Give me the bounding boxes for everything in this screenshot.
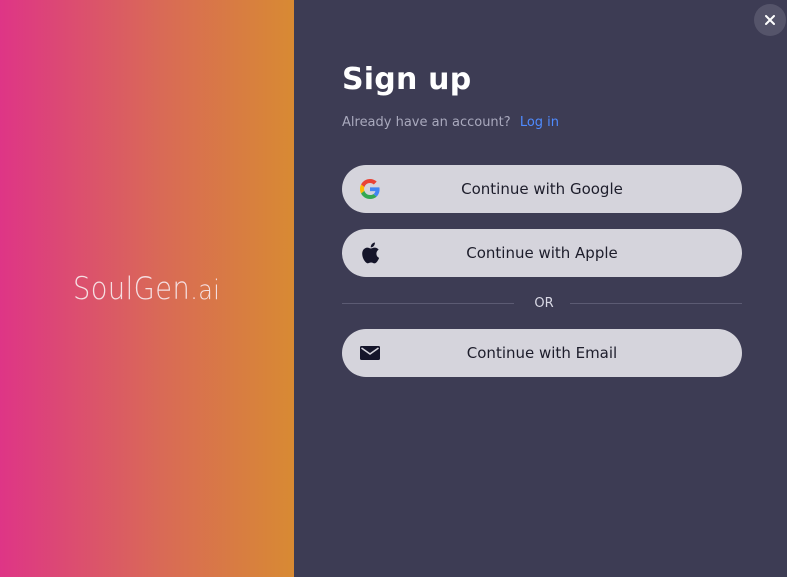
logo-text: SoulGen	[73, 271, 191, 307]
brand-panel: SoulGen.ai	[0, 0, 294, 577]
close-button[interactable]	[754, 4, 786, 36]
continue-with-google-button[interactable]: Continue with Google	[342, 165, 742, 213]
email-button-label: Continue with Email	[466, 344, 618, 362]
signup-modal: SoulGen.ai Sign up Already have an accou…	[0, 0, 787, 577]
logo: SoulGen.ai	[73, 271, 220, 307]
account-prompt-line: Already have an account? Log in	[342, 115, 559, 130]
divider-text: OR	[534, 295, 554, 311]
page-title: Sign up	[342, 62, 472, 97]
divider-line-left	[342, 302, 515, 304]
divider-line-right	[569, 302, 743, 304]
google-icon	[360, 179, 380, 199]
logo-suffix: .ai	[190, 275, 221, 306]
login-link[interactable]: Log in	[520, 115, 559, 130]
form-panel: Sign up Already have an account? Log in …	[294, 0, 787, 577]
envelope-icon	[360, 343, 380, 363]
close-icon	[765, 15, 775, 25]
continue-with-email-button[interactable]: Continue with Email	[342, 329, 742, 377]
or-divider: OR	[342, 293, 743, 313]
account-prompt: Already have an account?	[342, 115, 511, 130]
google-button-label: Continue with Google	[461, 180, 623, 198]
apple-button-label: Continue with Apple	[466, 244, 618, 262]
continue-with-apple-button[interactable]: Continue with Apple	[342, 229, 742, 277]
apple-icon	[360, 242, 380, 264]
